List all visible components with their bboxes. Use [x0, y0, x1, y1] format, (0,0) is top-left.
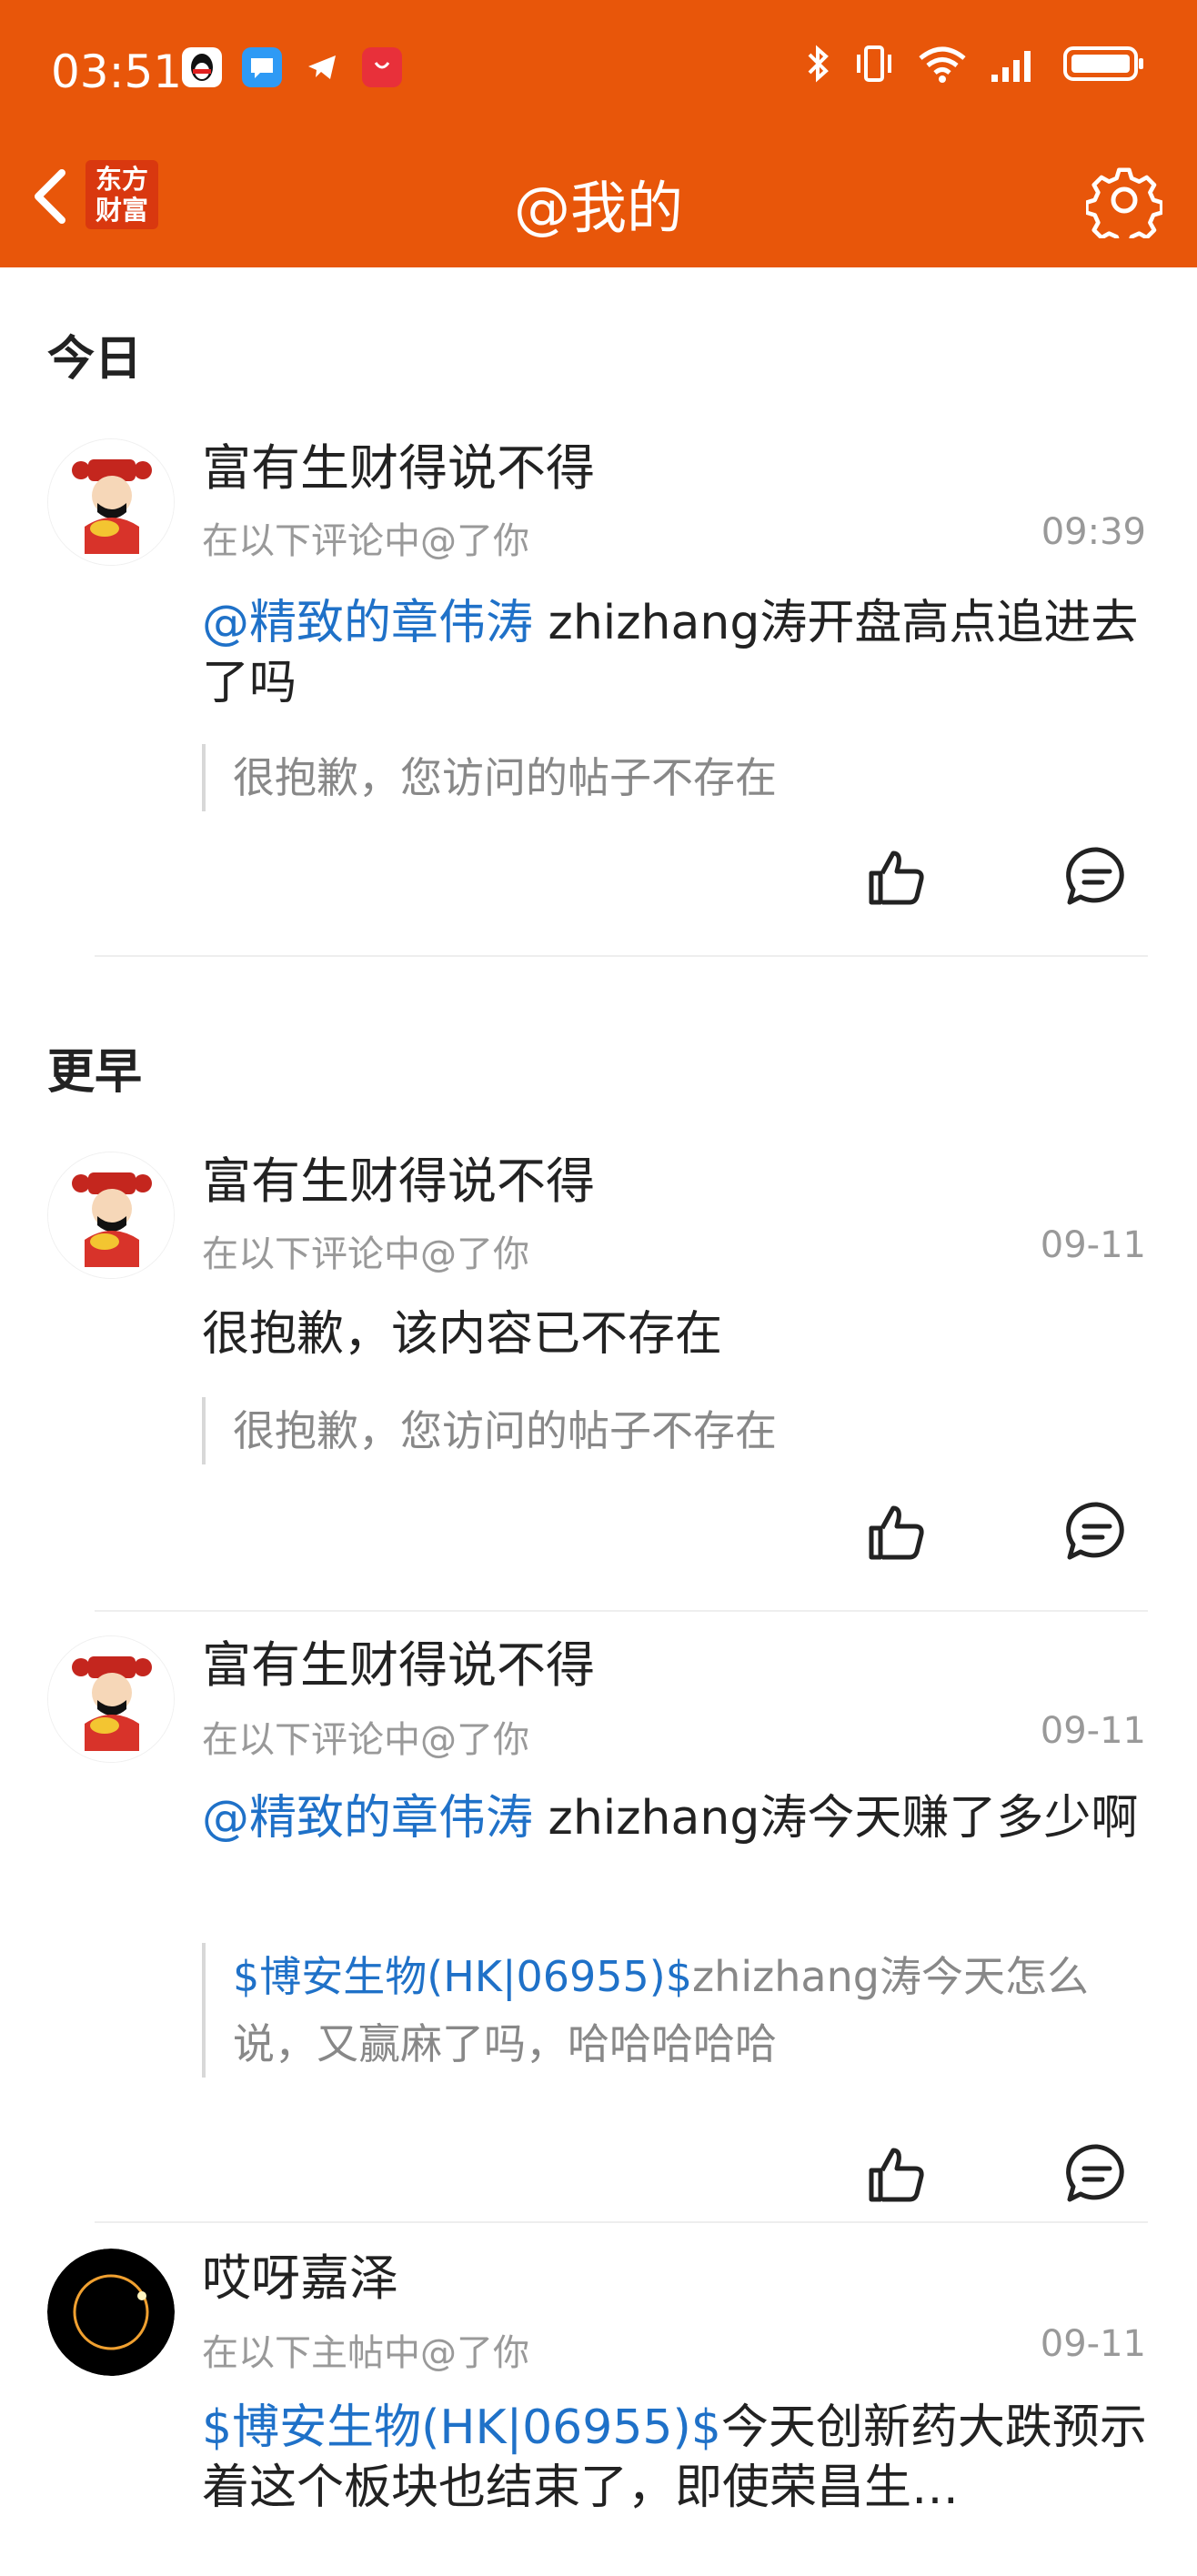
section-header-earlier: 更早	[47, 1045, 143, 1100]
comment-body: zhizhang涛今天赚了多少啊	[533, 1791, 1139, 1846]
mention-context: 在以下评论中@了你	[202, 1719, 529, 1761]
quoted-post[interactable]: $博安生物(HK|06955)$zhizhang涛今天怎么说，又赢麻了吗，哈哈哈…	[202, 1943, 1139, 2078]
author-name[interactable]: 哎呀嘉泽	[202, 2238, 398, 2309]
god-of-wealth-avatar-icon	[48, 439, 174, 565]
stock-link[interactable]: $博安生物(HK|06955)$	[202, 2400, 721, 2455]
vibrate-icon	[857, 45, 891, 82]
like-button[interactable]	[862, 1497, 931, 1566]
timestamp: 09-11	[1040, 2323, 1146, 2365]
huawei-store-icon	[362, 47, 402, 87]
comment-icon	[1066, 1502, 1124, 1560]
comment-body: 很抱歉，该内容已不存在	[202, 1307, 723, 1362]
thumbs-up-icon	[869, 2148, 924, 2202]
mention-link[interactable]: @精致的章伟涛	[202, 1791, 533, 1846]
mention-item[interactable]: 富有生财得说不得 在以下评论中@了你 09:39 @精致的章伟涛 zhizhan…	[0, 428, 1197, 955]
divider	[95, 955, 1148, 957]
avatar[interactable]	[47, 438, 175, 566]
telegram-icon	[302, 47, 342, 87]
comment-text[interactable]: 很抱歉，该内容已不存在	[202, 1304, 1148, 1364]
settings-button[interactable]	[1084, 162, 1164, 247]
reply-button[interactable]	[1062, 842, 1132, 911]
battery-icon	[1063, 46, 1143, 81]
like-button[interactable]	[862, 2139, 931, 2209]
stock-link[interactable]: $博安生物(HK|06955)$	[233, 1952, 692, 2001]
post-text[interactable]: $博安生物(HK|06955)$今天创新药大跌预示着这个板块也结束了，即使荣昌生…	[202, 2398, 1148, 2518]
divider	[95, 2221, 1148, 2223]
gear-icon	[1084, 167, 1164, 247]
like-button[interactable]	[862, 842, 931, 911]
god-of-wealth-avatar-icon	[48, 1152, 174, 1278]
quoted-post[interactable]: 很抱歉，您访问的帖子不存在	[202, 1397, 1139, 1464]
divider	[95, 1610, 1148, 1612]
comment-text[interactable]: @精致的章伟涛 zhizhang涛今天赚了多少啊	[202, 1788, 1148, 1848]
timestamp: 09-11	[1040, 1224, 1146, 1266]
bluetooth-icon	[808, 45, 829, 83]
thumbs-up-icon	[869, 1505, 924, 1560]
thumbs-up-icon	[869, 850, 924, 905]
section-header-today: 今日	[47, 332, 143, 387]
quoted-post[interactable]: 很抱歉，您访问的帖子不存在	[202, 744, 1139, 811]
top-bar: 03:51 东方 财富 @我的	[0, 0, 1197, 267]
god-of-wealth-avatar-icon	[48, 1636, 174, 1762]
mention-item[interactable]: 富有生财得说不得 在以下评论中@了你 09-11 很抱歉，该内容已不存在 很抱歉…	[0, 1141, 1197, 1610]
message-icon	[242, 47, 282, 87]
avatar[interactable]	[47, 1152, 175, 1279]
page-title: @我的	[513, 175, 683, 241]
wifi-icon	[919, 46, 966, 83]
avatar[interactable]	[47, 1635, 175, 1763]
author-name[interactable]: 富有生财得说不得	[202, 428, 595, 499]
reply-button[interactable]	[1062, 2139, 1132, 2209]
notification-icons	[182, 47, 402, 87]
mention-item[interactable]: 富有生财得说不得 在以下评论中@了你 09-11 @精致的章伟涛 zhizhan…	[0, 1625, 1197, 2221]
mention-item[interactable]: 哎呀嘉泽 在以下主帖中@了你 09-11 $博安生物(HK|06955)$今天创…	[0, 2238, 1197, 2576]
comment-icon	[1066, 2144, 1124, 2202]
mention-context: 在以下评论中@了你	[202, 1233, 529, 1275]
author-name[interactable]: 富有生财得说不得	[202, 1141, 595, 1213]
timestamp: 09:39	[1041, 511, 1146, 553]
avatar[interactable]	[47, 2249, 175, 2376]
signal-icon	[991, 51, 1031, 82]
reply-button[interactable]	[1062, 1497, 1132, 1566]
timestamp: 09-11	[1040, 1710, 1146, 1752]
system-status-icons	[804, 44, 1146, 84]
comment-icon	[1066, 847, 1124, 905]
mention-context: 在以下评论中@了你	[202, 520, 529, 562]
mention-link[interactable]: @精致的章伟涛	[202, 596, 533, 650]
comment-text[interactable]: @精致的章伟涛 zhizhang涛开盘高点追进去了吗	[202, 593, 1148, 713]
mention-context: 在以下主帖中@了你	[202, 2332, 529, 2374]
qq-icon	[182, 47, 222, 87]
eclipse-avatar-icon	[47, 2249, 175, 2376]
status-time: 03:51	[51, 45, 183, 98]
author-name[interactable]: 富有生财得说不得	[202, 1625, 595, 1696]
